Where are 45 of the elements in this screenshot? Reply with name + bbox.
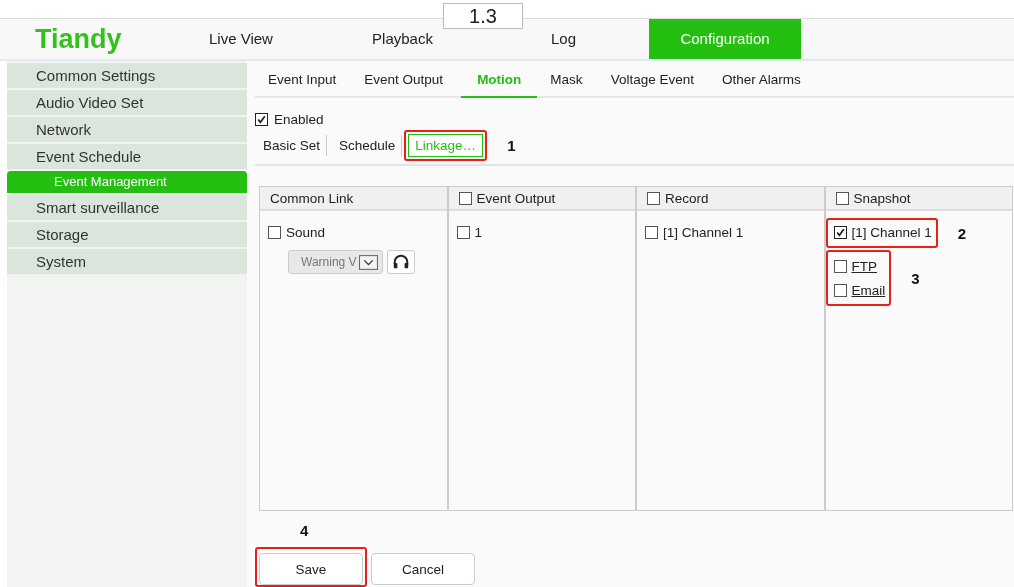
- checkbox[interactable]: [833, 283, 847, 297]
- checkbox[interactable]: [835, 191, 849, 205]
- column-header: Event Output: [476, 190, 556, 206]
- callout-number: 2: [957, 224, 967, 242]
- checkbox[interactable]: [456, 225, 470, 239]
- version-label: 1.3: [443, 3, 523, 29]
- form-button[interactable]: Save: [259, 553, 363, 585]
- tab[interactable]: Event Input: [258, 63, 352, 96]
- checkbox-label: Enabled: [274, 112, 324, 128]
- link[interactable]: FTP: [851, 258, 877, 274]
- checkbox[interactable]: [833, 225, 847, 239]
- checkbox[interactable]: [833, 259, 847, 273]
- link[interactable]: Email: [851, 282, 886, 298]
- sidebar-item[interactable]: Event Schedule: [7, 144, 247, 169]
- sound-select[interactable]: Warning V: [288, 250, 383, 275]
- callout-number: 3: [911, 269, 920, 287]
- sidebar-item[interactable]: Network: [7, 117, 247, 142]
- sidebar-item[interactable]: Storage: [7, 222, 247, 247]
- logo: Tiandy: [34, 23, 123, 56]
- sidebar-item[interactable]: Common Settings: [7, 63, 247, 88]
- checkbox-label: Sound: [286, 224, 326, 240]
- checkbox[interactable]: [647, 191, 660, 205]
- checkbox[interactable]: [458, 191, 472, 205]
- column-header: Snapshot: [853, 190, 911, 206]
- tab[interactable]: Other Alarms: [711, 63, 816, 96]
- checkbox-label: 1: [474, 224, 482, 240]
- callout-number: 1: [507, 136, 516, 154]
- headphones-button[interactable]: [386, 250, 415, 275]
- nav-tab[interactable]: Live View: [160, 19, 322, 59]
- tab[interactable]: Voltage Event: [600, 63, 709, 96]
- checkbox-label: [1] Channel 1: [663, 224, 744, 240]
- tab[interactable]: Event Output: [354, 63, 459, 96]
- column-header: Record: [665, 190, 709, 206]
- sidebar-item[interactable]: Smart surveillance: [7, 195, 247, 220]
- checkbox-label: [1] Channel 1: [851, 224, 932, 240]
- tab[interactable]: Mask: [540, 63, 598, 96]
- sidebar-item[interactable]: Audio Video Set: [7, 90, 247, 115]
- form-button[interactable]: Cancel: [371, 553, 475, 585]
- column-header: Common Link: [270, 190, 354, 206]
- checkbox[interactable]: [645, 225, 658, 239]
- checkbox[interactable]: [268, 225, 281, 239]
- sidebar-item[interactable]: System: [7, 249, 247, 274]
- dropdown-icon: [358, 254, 378, 270]
- callout-number: 4: [299, 521, 310, 541]
- checkbox[interactable]: [255, 113, 268, 127]
